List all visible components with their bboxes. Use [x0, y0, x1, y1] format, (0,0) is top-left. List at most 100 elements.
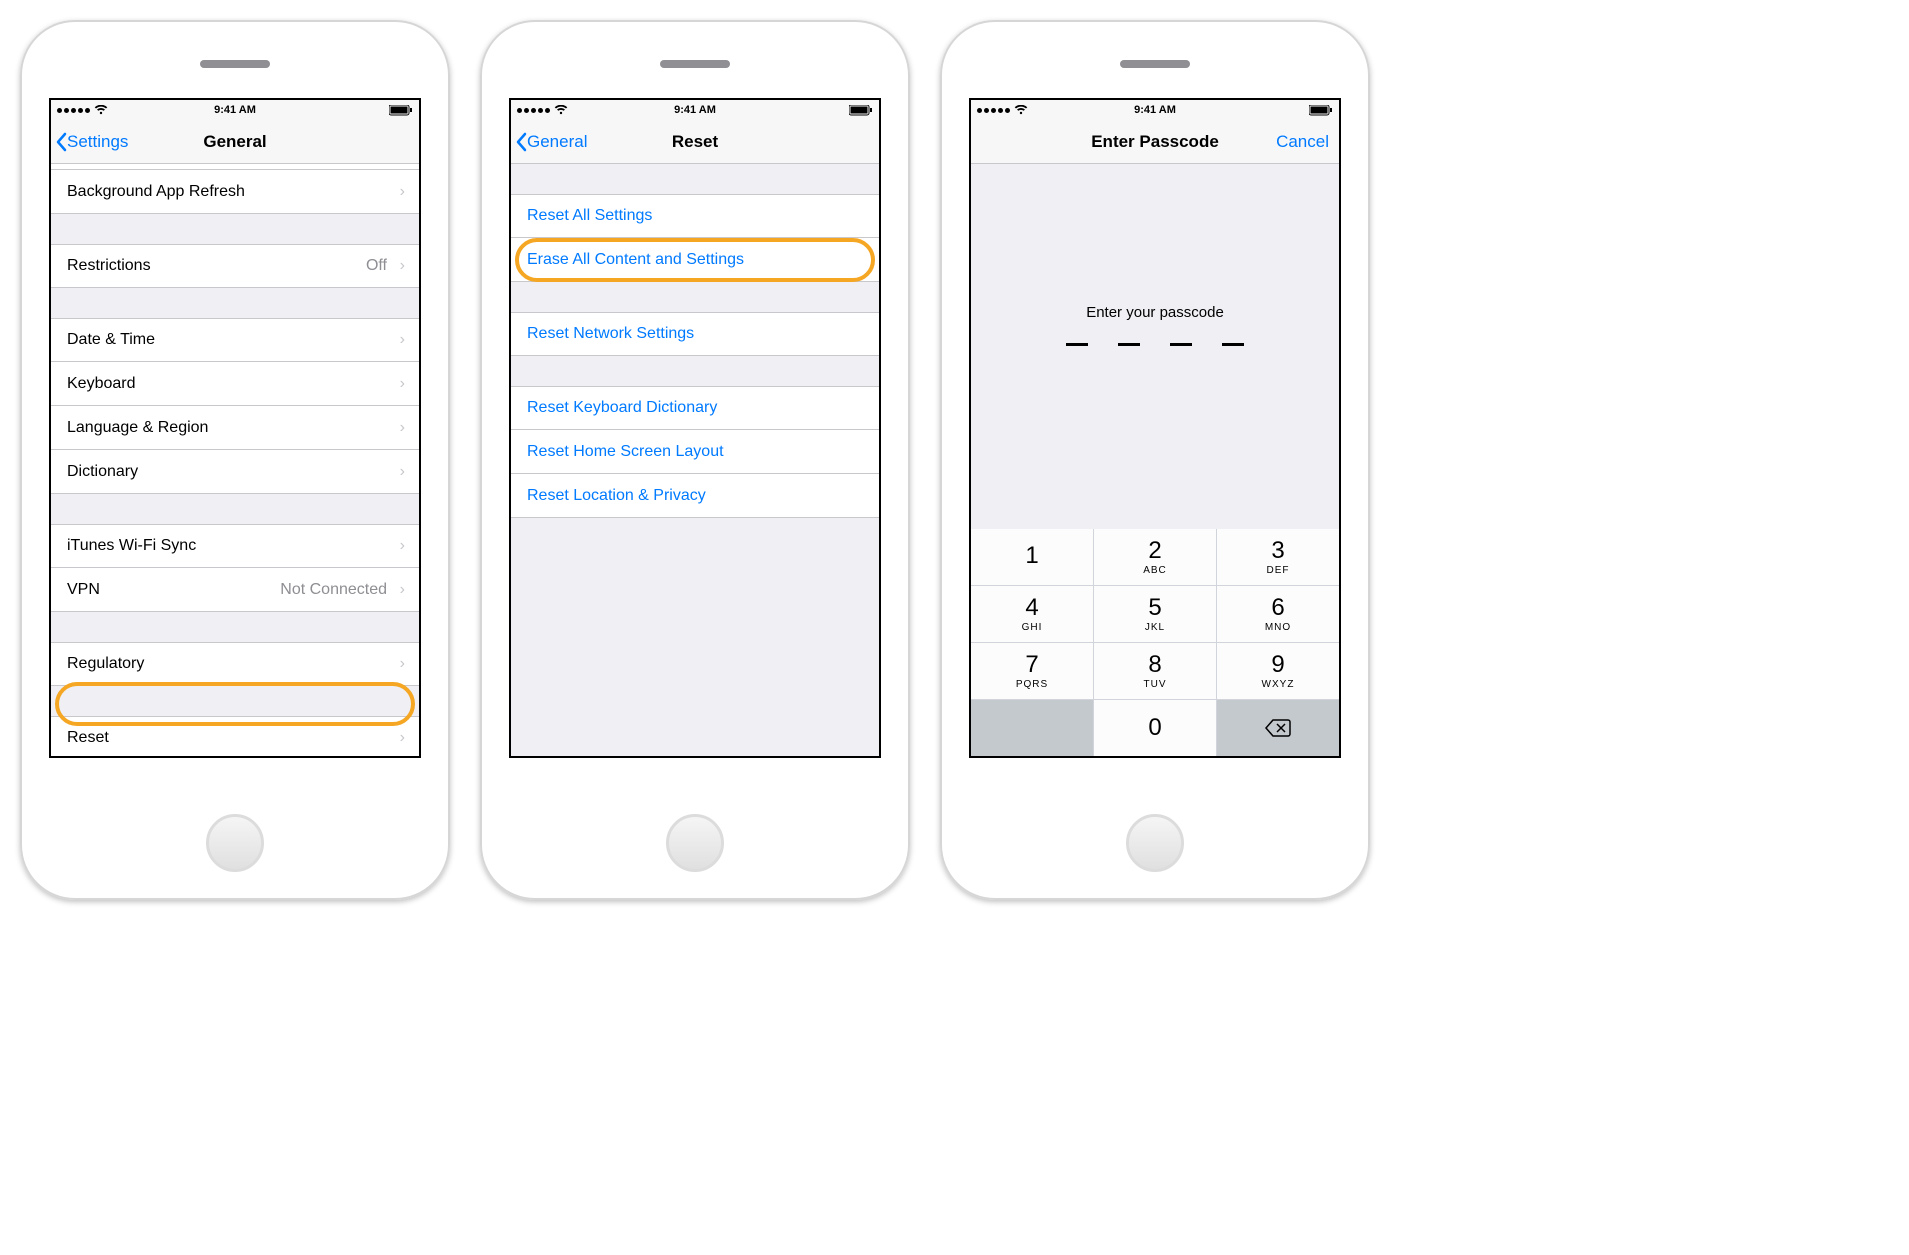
phone-speaker [200, 60, 270, 68]
key-letters: ABC [1143, 565, 1167, 576]
delete-icon [1264, 718, 1292, 738]
reset-all-settings[interactable]: Reset All Settings [511, 194, 879, 238]
numeric-keypad: 1 2ABC 3DEF 4GHI 5JKL 6 MNO 7 PQRS 8 TUV 9 W… [971, 529, 1339, 756]
settings-row-dictionary[interactable]: Dictionary › [51, 450, 419, 494]
settings-row-regulatory[interactable]: Regulatory› [51, 642, 419, 686]
cancel-button[interactable]: Cancel [1276, 132, 1329, 152]
keypad-2[interactable]: 2ABC [1094, 529, 1216, 585]
nav-title: General [203, 132, 266, 152]
status-time: 9:41 AM [674, 104, 716, 116]
row-status: Not Connected [280, 581, 387, 599]
row-label: Dictionary [67, 463, 138, 481]
signal-dots-icon [517, 108, 550, 113]
passcode-prompt: Enter your passcode [971, 304, 1339, 321]
wifi-icon [1014, 105, 1028, 115]
navigation-bar: Settings General [51, 120, 419, 164]
navigation-bar: General Reset [511, 120, 879, 164]
navigation-bar: Enter Passcode Cancel [971, 120, 1339, 164]
row-label: VPN [67, 581, 100, 599]
wifi-icon [94, 105, 108, 115]
keypad-4[interactable]: 4GHI [971, 586, 1093, 642]
keypad-7[interactable]: 7 PQRS [971, 643, 1093, 699]
key-letters: MNO [1265, 622, 1291, 633]
key-num: 8 [1148, 653, 1161, 677]
reset-network-settings[interactable]: Reset Network Settings [511, 312, 879, 356]
chevron-left-icon [515, 132, 527, 152]
passcode-dash [1118, 343, 1140, 346]
back-button[interactable]: General [511, 132, 587, 152]
row-label: Restrictions [67, 257, 151, 275]
settings-row-background-refresh[interactable]: Background App Refresh › [51, 170, 419, 214]
reset-location-privacy[interactable]: Reset Location & Privacy [511, 474, 879, 518]
battery-icon [389, 105, 413, 116]
chevron-right-icon: › [400, 257, 405, 275]
chevron-right-icon: › [400, 419, 405, 437]
phone-speaker [660, 60, 730, 68]
keypad-8[interactable]: 8 TUV [1094, 643, 1216, 699]
keypad-1[interactable]: 1 [971, 529, 1093, 585]
iphone-device-3: 9:41 AM Enter Passcode Cancel Enter your… [940, 20, 1370, 900]
keypad-5[interactable]: 5JKL [1094, 586, 1216, 642]
keypad-3[interactable]: 3DEF [1217, 529, 1339, 585]
key-num: 1 [1025, 544, 1038, 568]
row-label: Language & Region [67, 419, 208, 437]
chevron-right-icon: › [400, 729, 405, 747]
home-button[interactable] [1126, 814, 1184, 872]
settings-row-keyboard[interactable]: Keyboard› [51, 362, 419, 406]
settings-row-restrictions[interactable]: Restrictions Off › [51, 244, 419, 288]
settings-row-reset[interactable]: Reset› [51, 716, 419, 756]
row-label: Background App Refresh [67, 183, 245, 201]
passcode-dash [1066, 343, 1088, 346]
chevron-right-icon: › [400, 463, 405, 481]
keypad-delete[interactable] [1217, 700, 1339, 756]
settings-row-itunes-wifi-sync[interactable]: iTunes Wi-Fi Sync › [51, 524, 419, 568]
chevron-right-icon: › [400, 537, 405, 555]
row-label: Erase All Content and Settings [527, 251, 744, 269]
key-letters: TUV [1144, 679, 1167, 690]
settings-row-date-time[interactable]: Date & Time › [51, 318, 419, 362]
passcode-dash [1222, 343, 1244, 346]
reset-keyboard-dictionary[interactable]: Reset Keyboard Dictionary [511, 386, 879, 430]
iphone-device-2: 9:41 AM General Reset Reset All Settings… [480, 20, 910, 900]
erase-all-content[interactable]: Erase All Content and Settings [511, 238, 879, 282]
settings-row-vpn[interactable]: VPNNot Connected› [51, 568, 419, 612]
keypad-0[interactable]: 0 [1094, 700, 1216, 756]
row-label: Reset Location & Privacy [527, 487, 706, 505]
status-bar: 9:41 AM [51, 100, 419, 120]
row-label: iTunes Wi-Fi Sync [67, 537, 196, 555]
status-time: 9:41 AM [214, 104, 256, 116]
status-bar: 9:41 AM [971, 100, 1339, 120]
key-num: 6 [1271, 596, 1284, 620]
nav-title: Enter Passcode [1091, 132, 1219, 152]
passcode-dash [1170, 343, 1192, 346]
wifi-icon [554, 105, 568, 115]
battery-icon [849, 105, 873, 116]
key-num: 5 [1148, 596, 1161, 620]
back-button[interactable]: Settings [51, 132, 128, 152]
key-num: 9 [1271, 653, 1284, 677]
screen-reset: 9:41 AM General Reset Reset All Settings… [509, 98, 881, 758]
battery-icon [1309, 105, 1333, 116]
key-letters: DEF [1267, 565, 1290, 576]
key-num: 0 [1148, 716, 1161, 740]
key-num: 7 [1025, 653, 1038, 677]
back-label: General [527, 132, 587, 152]
row-label: Reset Keyboard Dictionary [527, 399, 717, 417]
nav-title: Reset [672, 132, 718, 152]
key-letters: PQRS [1016, 679, 1048, 690]
keypad-9[interactable]: 9 WXYZ [1217, 643, 1339, 699]
settings-list[interactable]: Storage & iCloud Usage › Background App … [51, 164, 419, 756]
home-button[interactable] [206, 814, 264, 872]
reset-list[interactable]: Reset All Settings Erase All Content and… [511, 164, 879, 756]
screen-enter-passcode: 9:41 AM Enter Passcode Cancel Enter your… [969, 98, 1341, 758]
keypad-6[interactable]: 6 MNO [1217, 586, 1339, 642]
settings-row-language-region[interactable]: Language & Region › [51, 406, 419, 450]
chevron-right-icon: › [400, 331, 405, 349]
row-label: Reset Home Screen Layout [527, 443, 724, 461]
row-label: Date & Time [67, 331, 155, 349]
reset-home-screen-layout[interactable]: Reset Home Screen Layout [511, 430, 879, 474]
keypad-empty [971, 700, 1093, 756]
key-letters: WXYZ [1262, 679, 1295, 690]
status-bar: 9:41 AM [511, 100, 879, 120]
home-button[interactable] [666, 814, 724, 872]
